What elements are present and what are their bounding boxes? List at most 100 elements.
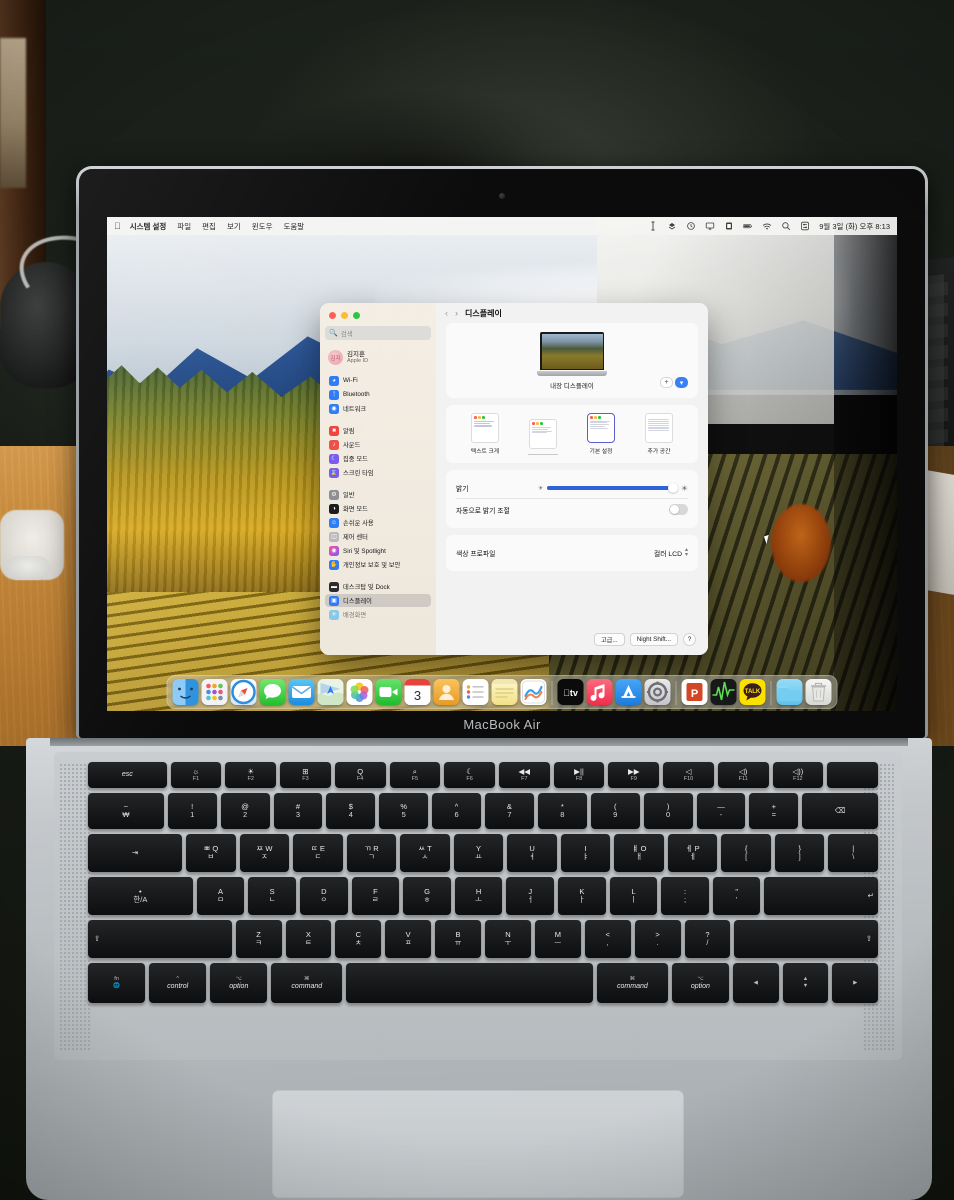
key-esc[interactable]: esc [88, 762, 167, 788]
key-z[interactable]: Zㅋ [235, 920, 282, 958]
dock-item-activity-monitor[interactable] [710, 679, 737, 705]
key-control[interactable]: ^ control [149, 963, 207, 1003]
dock-item-calendar[interactable]: 3 [404, 679, 431, 705]
key-comma[interactable]: <, [584, 920, 631, 958]
battery-case-icon[interactable] [724, 221, 734, 231]
key-shift-left[interactable]: ⇧ [88, 920, 232, 958]
key-command-right[interactable]: ⌘ command [596, 963, 668, 1003]
sidebar-item-general[interactable]: ⚙ 일반 [325, 488, 431, 501]
auto-brightness-toggle[interactable] [669, 504, 688, 515]
system-settings-window[interactable]: 🔍 검색 김지 김지훈 Apple ID ◕ Wi-Fi ᛏ Bluetooth… [320, 303, 708, 655]
key-r[interactable]: ㄲ Rㄱ [346, 834, 397, 872]
key-f5-dictation[interactable]: ⌕ F5 [389, 762, 441, 788]
dock-item-reminders[interactable] [462, 679, 489, 705]
chevron-down-icon[interactable]: ▾ [675, 377, 688, 388]
preset-second[interactable] [521, 419, 565, 455]
key-bracket-left[interactable]: {[ [721, 834, 771, 872]
search-icon[interactable] [781, 221, 791, 231]
text-input-icon[interactable] [648, 221, 658, 231]
key-0[interactable]: ) 0 [643, 793, 693, 829]
sidebar-item-wallpaper[interactable]: ☀ 배경화면 [325, 608, 431, 621]
key-i[interactable]: Iㅑ [560, 834, 611, 872]
key-equal[interactable]: + = [749, 793, 799, 829]
key-7[interactable]: & 7 [485, 793, 534, 829]
key-arrow-updown[interactable]: ▲ ▼ [782, 963, 829, 1003]
key-l[interactable]: Lㅣ [609, 877, 658, 915]
menu-item-window[interactable]: 윈도우 [252, 221, 273, 232]
sidebar-item-notifications[interactable]: ■ 알림 [325, 424, 431, 437]
keyboard-row-modifiers[interactable]: fn 🌐 ^ control ⌥ option ⌘ command ⌘ command ⌥… [88, 963, 879, 1003]
key-w[interactable]: ㅉ Wㅈ [239, 834, 290, 872]
dock-item-mail[interactable] [288, 679, 315, 705]
dock-item-photos[interactable] [346, 679, 373, 705]
dock-item-facetime[interactable] [375, 679, 402, 705]
key-f9-fastforward[interactable]: ▶▶ F9 [608, 762, 660, 788]
key-5[interactable]: % 5 [379, 793, 429, 829]
menu-item-app-name[interactable]: 시스템 설정 [130, 221, 167, 232]
clock-icon[interactable] [686, 221, 696, 231]
sidebar-item-focus[interactable]: ☾ 집중 모드 [325, 452, 431, 465]
advanced-button[interactable]: 고급... [593, 633, 625, 646]
key-f2-brightness-up[interactable]: ☀ F2 [225, 762, 277, 788]
menu-bar[interactable]:  시스템 설정 파일 편집 보기 윈도우 도움말 [107, 217, 897, 235]
night-shift-button[interactable]: Night Shift... [629, 633, 678, 646]
keyboard-row-function[interactable]: esc ☼ F1 ☀ F2 ⊞ F3 Q F4 ⌕ F5 ☾ F6 ◀◀ F7 ▶|| F8 ▶… [88, 762, 878, 788]
apple-id-account-row[interactable]: 김지 김지훈 Apple ID [325, 347, 431, 368]
minimize-button[interactable] [341, 312, 348, 319]
key-q[interactable]: ㅃ Qㅂ [186, 834, 236, 872]
key-n[interactable]: Nㅜ [485, 920, 531, 958]
preset-larger-text[interactable]: 텍스트 크게 [463, 413, 507, 455]
key-m[interactable]: Mㅡ [534, 920, 581, 958]
battery-icon[interactable] [743, 221, 753, 231]
sidebar-item-accessibility[interactable]: ☺ 손쉬운 사용 [325, 516, 431, 529]
key-d[interactable]: Dㅇ [299, 877, 348, 915]
display-action-buttons[interactable]: + ▾ [660, 377, 688, 388]
key-semicolon[interactable]: :; [661, 877, 709, 915]
dock-item-downloads-folder[interactable] [776, 679, 803, 705]
menu-bar-clock[interactable]: 9월 3일 (화) 오후 8:13 [819, 221, 890, 232]
dock-item-appletv[interactable]: tv [557, 679, 584, 705]
menu-item-edit[interactable]: 편집 [202, 221, 216, 232]
dock-item-music[interactable] [586, 679, 613, 705]
settings-sidebar[interactable]: 🔍 검색 김지 김지훈 Apple ID ◕ Wi-Fi ᛏ Bluetooth… [320, 303, 436, 655]
color-profile-dropdown[interactable]: 컬러 LCD ▴ ▾ [654, 547, 688, 558]
dock-item-finder[interactable] [172, 679, 199, 705]
menu-bar-status-area[interactable]: 9월 3일 (화) 오후 8:13 [648, 221, 890, 232]
macbook-thumbnail-icon[interactable] [537, 332, 607, 376]
sidebar-item-control-center[interactable]: ◫ 제어 센터 [325, 530, 431, 543]
key-g[interactable]: Gㅎ [403, 877, 451, 915]
key-command-left[interactable]: ⌘ command [271, 963, 343, 1003]
key-3[interactable]: #3 [273, 793, 323, 829]
key-p[interactable]: ㅖ Pㅔ [667, 834, 718, 872]
auto-brightness-row[interactable]: 자동으로 밝기 조절 [456, 499, 688, 520]
airplay-icon[interactable] [705, 221, 715, 231]
window-traffic-lights[interactable] [325, 310, 431, 326]
dock-item-powerpoint[interactable]: P [681, 679, 708, 705]
key-quote[interactable]: " ' [712, 877, 761, 915]
back-button[interactable]: ‹ [445, 308, 448, 318]
key-8[interactable]: * 8 [537, 793, 587, 829]
sidebar-item-appearance[interactable]: ◑ 화면 모드 [325, 502, 431, 515]
help-button[interactable]: ? [683, 633, 696, 646]
dock-item-system-settings[interactable] [644, 679, 671, 705]
key-f8-playpause[interactable]: ▶|| F8 [553, 762, 605, 788]
key-delete[interactable]: ⌫ [802, 793, 878, 829]
menu-item-help[interactable]: 도움말 [283, 221, 304, 232]
key-f[interactable]: Fㄹ [351, 877, 400, 915]
trackpad[interactable] [272, 1090, 684, 1198]
key-minus[interactable]: — - [696, 793, 746, 829]
dock-item-maps[interactable] [317, 679, 344, 705]
key-f1-brightness-down[interactable]: ☼ F1 [170, 762, 222, 788]
key-e[interactable]: ㄸ Eㄷ [293, 834, 343, 872]
brightness-slider[interactable]: ☀ ☀ [538, 483, 688, 493]
sidebar-item-displays[interactable]: ▣ 디스플레이 [325, 594, 431, 607]
key-arrow-right[interactable]: ▶ [832, 963, 879, 1003]
key-f4-spotlight[interactable]: Q F4 [334, 762, 386, 788]
key-6[interactable]: ^ 6 [432, 793, 481, 829]
key-a[interactable]: Aㅁ [196, 877, 245, 915]
key-slash[interactable]: ? / [684, 920, 731, 958]
sidebar-item-sound[interactable]: ♪ 사운드 [325, 438, 431, 451]
dock-item-freeform[interactable] [520, 679, 547, 705]
resolution-preset-list[interactable]: 텍스트 크게 기본 설정 추가 공간 [456, 413, 688, 455]
key-v[interactable]: Vㅍ [385, 920, 432, 958]
